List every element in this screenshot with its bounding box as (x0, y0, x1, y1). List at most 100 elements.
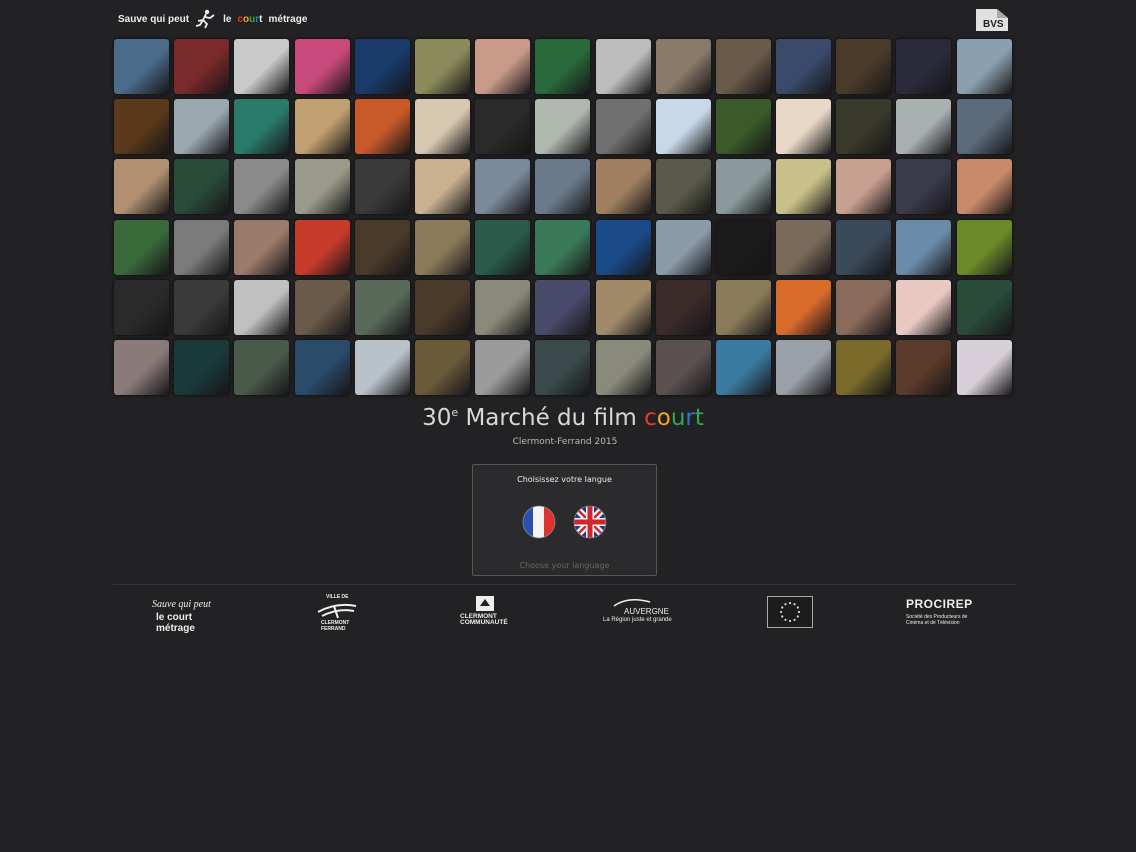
film-thumbnail[interactable] (174, 39, 230, 94)
french-flag-button[interactable] (522, 505, 556, 539)
film-thumbnail[interactable] (956, 279, 1012, 335)
film-thumbnail[interactable] (836, 339, 892, 395)
film-thumbnail[interactable] (354, 159, 410, 215)
film-thumbnail[interactable] (535, 159, 591, 215)
film-thumbnail[interactable] (114, 219, 169, 275)
logo-text-metrage: métrage (268, 13, 308, 25)
eu-star (784, 618, 787, 621)
film-thumbnail[interactable] (294, 159, 350, 215)
film-thumbnail[interactable] (776, 279, 832, 335)
film-thumbnail[interactable] (776, 39, 832, 94)
film-thumbnail[interactable] (475, 99, 531, 155)
film-thumbnail[interactable] (174, 339, 230, 395)
film-thumbnail[interactable] (655, 279, 711, 335)
film-thumbnail[interactable] (475, 279, 531, 335)
film-thumbnail[interactable] (114, 279, 169, 335)
film-thumbnail[interactable] (354, 279, 410, 335)
film-thumbnail[interactable] (354, 339, 410, 395)
film-thumbnail[interactable] (776, 159, 832, 215)
film-thumbnail[interactable] (896, 339, 952, 395)
film-thumbnail[interactable] (655, 159, 711, 215)
film-thumbnail[interactable] (896, 99, 952, 155)
film-thumbnail[interactable] (475, 39, 531, 94)
film-thumbnail[interactable] (414, 339, 470, 395)
film-thumbnail[interactable] (174, 159, 230, 215)
film-thumbnail[interactable] (535, 279, 591, 335)
film-thumbnail[interactable] (836, 219, 892, 275)
film-thumbnail-grid (114, 39, 1012, 395)
film-thumbnail[interactable] (715, 219, 771, 275)
film-thumbnail[interactable] (896, 39, 952, 94)
film-thumbnail[interactable] (114, 39, 169, 94)
film-thumbnail[interactable] (896, 159, 952, 215)
film-thumbnail[interactable] (655, 99, 711, 155)
film-thumbnail[interactable] (956, 99, 1012, 155)
film-thumbnail[interactable] (595, 279, 651, 335)
film-thumbnail[interactable] (234, 99, 290, 155)
film-thumbnail[interactable] (234, 339, 290, 395)
film-thumbnail[interactable] (174, 219, 230, 275)
film-thumbnail[interactable] (776, 99, 832, 155)
film-thumbnail[interactable] (595, 219, 651, 275)
film-thumbnail[interactable] (655, 39, 711, 94)
film-thumbnail[interactable] (294, 99, 350, 155)
film-thumbnail[interactable] (715, 99, 771, 155)
film-thumbnail[interactable] (956, 159, 1012, 215)
film-thumbnail[interactable] (294, 219, 350, 275)
film-thumbnail[interactable] (234, 39, 290, 94)
film-thumbnail[interactable] (114, 339, 169, 395)
film-thumbnail[interactable] (294, 279, 350, 335)
film-thumbnail[interactable] (776, 219, 832, 275)
film-thumbnail[interactable] (595, 159, 651, 215)
film-thumbnail[interactable] (836, 39, 892, 94)
film-thumbnail[interactable] (956, 219, 1012, 275)
film-thumbnail[interactable] (414, 279, 470, 335)
film-thumbnail[interactable] (475, 339, 531, 395)
film-thumbnail[interactable] (715, 339, 771, 395)
film-thumbnail[interactable] (294, 339, 350, 395)
film-thumbnail[interactable] (475, 159, 531, 215)
language-subheading: Choose your language (519, 561, 610, 570)
film-thumbnail[interactable] (414, 99, 470, 155)
film-thumbnail[interactable] (956, 39, 1012, 94)
film-thumbnail[interactable] (715, 39, 771, 94)
film-thumbnail[interactable] (354, 99, 410, 155)
film-thumbnail[interactable] (836, 279, 892, 335)
film-thumbnail[interactable] (535, 219, 591, 275)
film-thumbnail[interactable] (414, 159, 470, 215)
film-thumbnail[interactable] (414, 39, 470, 94)
film-thumbnail[interactable] (174, 99, 230, 155)
sponsor-sauve-qui-peut-logo: Sauve qui peut le court métrage (152, 599, 211, 634)
film-thumbnail[interactable] (234, 279, 290, 335)
film-thumbnail[interactable] (595, 339, 651, 395)
film-thumbnail[interactable] (414, 219, 470, 275)
film-thumbnail[interactable] (776, 339, 832, 395)
film-thumbnail[interactable] (294, 39, 350, 94)
eu-star (781, 606, 784, 609)
film-thumbnail[interactable] (354, 219, 410, 275)
film-thumbnail[interactable] (655, 339, 711, 395)
film-thumbnail[interactable] (475, 219, 531, 275)
film-thumbnail[interactable] (595, 39, 651, 94)
film-thumbnail[interactable] (896, 219, 952, 275)
film-thumbnail[interactable] (535, 339, 591, 395)
film-thumbnail[interactable] (836, 99, 892, 155)
eu-star (797, 610, 801, 614)
film-thumbnail[interactable] (896, 279, 952, 335)
film-thumbnail[interactable] (114, 159, 169, 215)
film-thumbnail[interactable] (535, 99, 591, 155)
film-thumbnail[interactable] (715, 159, 771, 215)
film-thumbnail[interactable] (234, 219, 290, 275)
film-thumbnail[interactable] (114, 99, 169, 155)
film-thumbnail[interactable] (836, 159, 892, 215)
film-thumbnail[interactable] (234, 159, 290, 215)
film-thumbnail[interactable] (956, 339, 1012, 395)
film-thumbnail[interactable] (354, 39, 410, 94)
film-thumbnail[interactable] (715, 279, 771, 335)
film-thumbnail[interactable] (535, 39, 591, 94)
uk-flag-button[interactable] (573, 505, 607, 539)
clermont-city-emblem-icon (317, 603, 357, 619)
film-thumbnail[interactable] (595, 99, 651, 155)
film-thumbnail[interactable] (655, 219, 711, 275)
film-thumbnail[interactable] (174, 279, 230, 335)
